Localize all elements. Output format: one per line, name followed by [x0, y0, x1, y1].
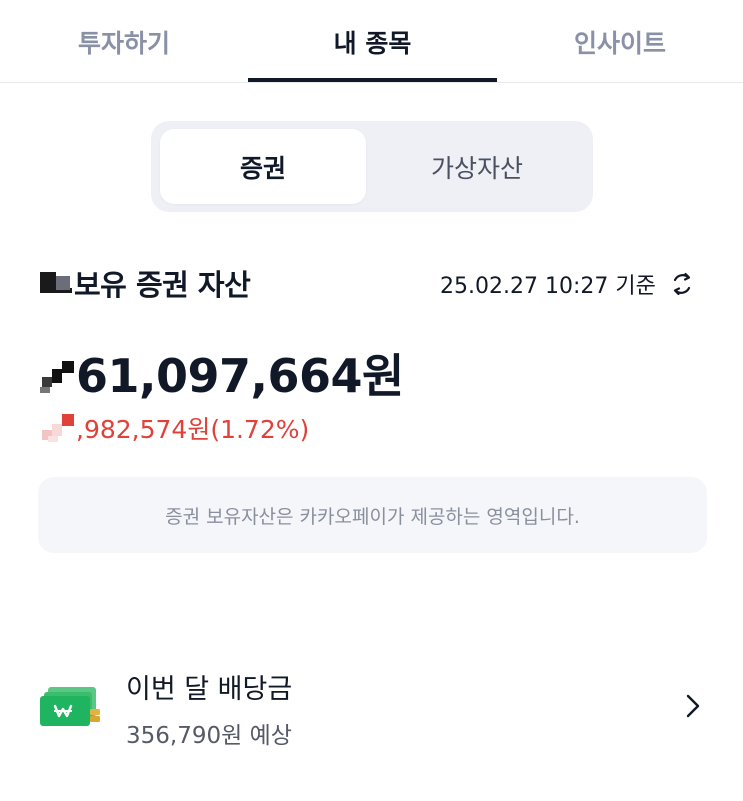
chevron-right-icon[interactable]	[680, 692, 704, 720]
tab-invest[interactable]: 투자하기	[0, 0, 248, 83]
holdings-timestamp: 25.02.27 10:27 기준	[440, 274, 656, 299]
dividend-expected: 356,790원 예상	[126, 723, 292, 749]
tab-my-stocks[interactable]: 내 종목	[248, 0, 497, 83]
holdings-title-row: 보유 증권 자산	[40, 262, 251, 304]
masked-glyph	[40, 266, 72, 300]
provider-notice: 증권 보유자산은 카카오페이가 제공하는 영역입니다.	[38, 477, 707, 553]
top-tab-bar: 투자하기 내 종목 인사이트	[0, 0, 743, 83]
provider-notice-text: 증권 보유자산은 카카오페이가 제공하는 영역입니다.	[165, 505, 580, 528]
monthly-dividend-row[interactable]: 이번 달 배당금 356,790원 예상	[0, 650, 743, 760]
asset-type-segment: 증권 가상자산	[151, 121, 593, 212]
tab-insight[interactable]: 인사이트	[497, 0, 743, 83]
money-stack-icon	[40, 687, 100, 726]
holdings-timestamp-row: 25.02.27 10:27 기준	[440, 268, 696, 300]
active-tab-indicator	[248, 78, 497, 82]
total-amount-row: 61,097,664원	[40, 340, 404, 406]
refresh-icon[interactable]	[668, 270, 696, 298]
dividend-title: 이번 달 배당금	[126, 674, 293, 705]
total-amount: 61,097,664원	[76, 349, 404, 403]
segment-crypto[interactable]: 가상자산	[369, 129, 585, 204]
masked-digits	[40, 351, 76, 395]
profit-loss-value: ,982,574원(1.72%)	[76, 415, 310, 444]
segment-securities[interactable]: 증권	[160, 129, 366, 204]
profit-loss-row: ,982,574원(1.72%)	[40, 410, 309, 446]
holdings-title: 보유 증권 자산	[74, 268, 251, 302]
masked-change-digits	[40, 412, 76, 444]
